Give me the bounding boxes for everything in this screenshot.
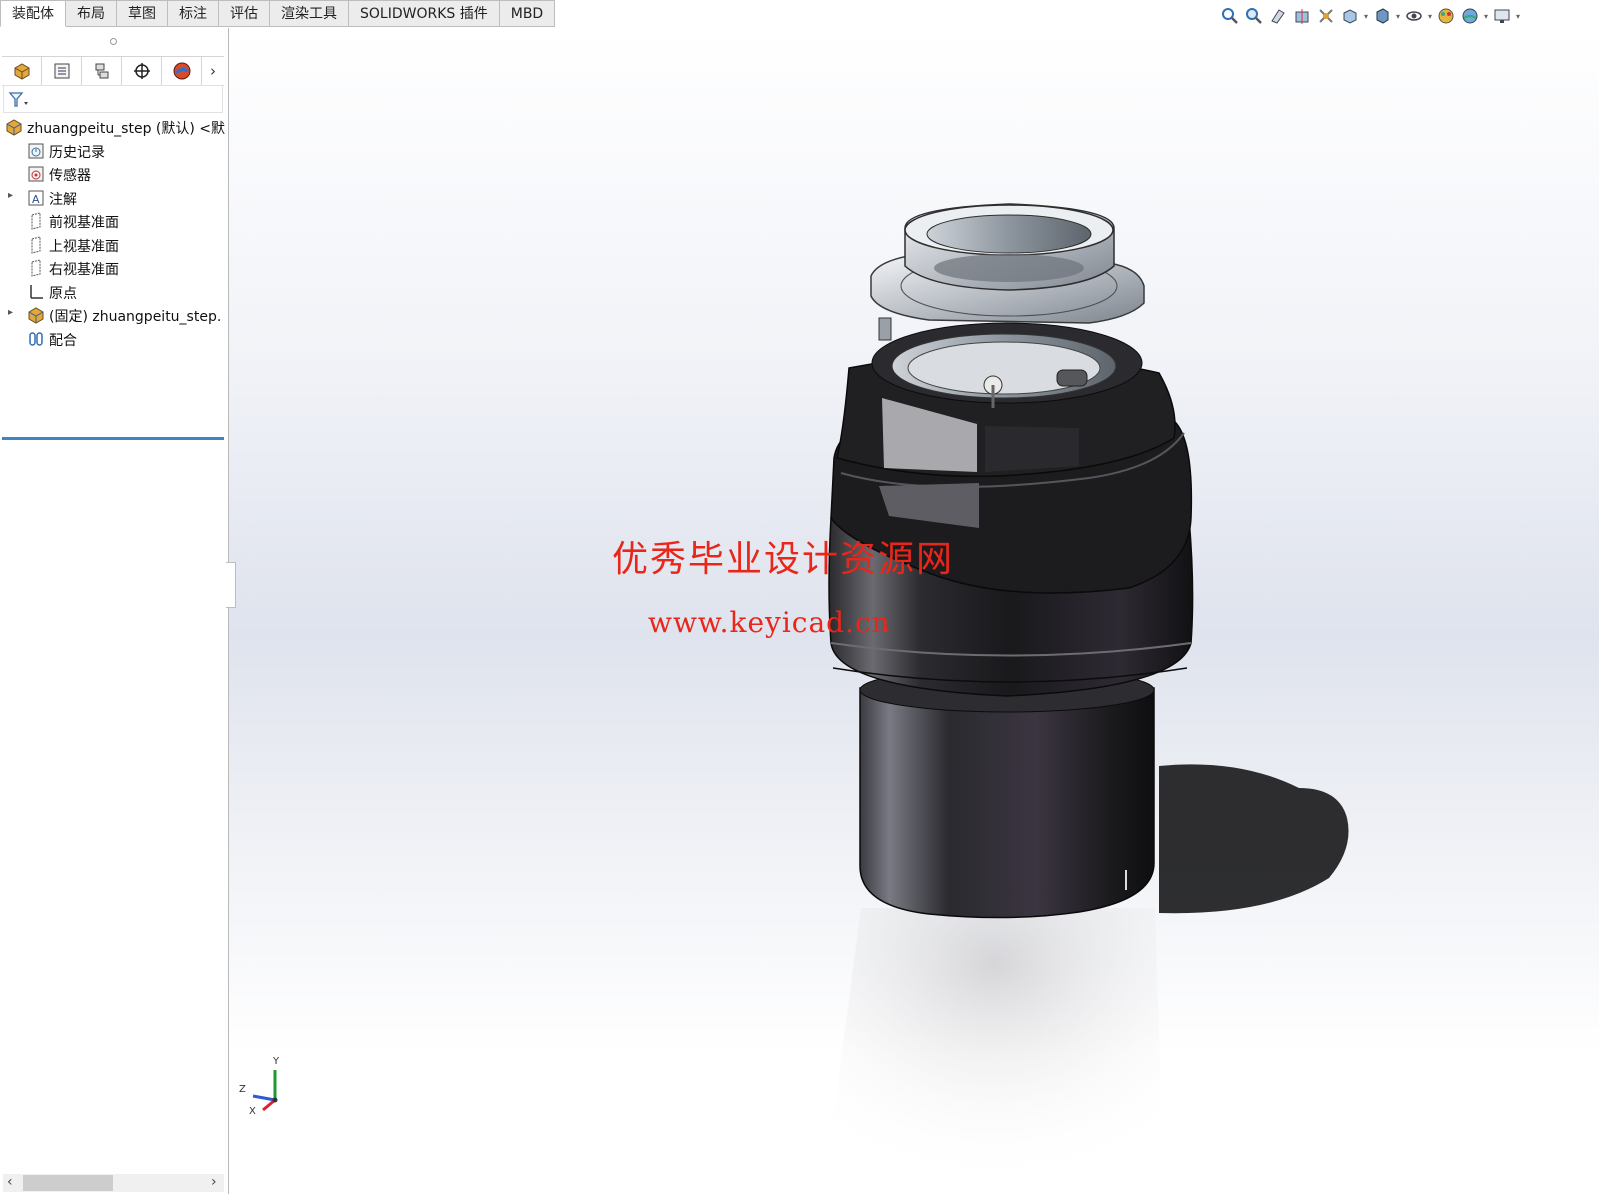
graphics-area[interactable]: 优秀毕业设计资源网 www.keyicad.cn Y Z X <box>229 28 1599 1194</box>
tree-item-label: zhuangpeitu_step (默认) <默 <box>27 121 226 137</box>
tab-sketch[interactable]: 草图 <box>117 0 168 27</box>
tree-item-front-plane[interactable]: 前视基准面 <box>0 210 229 234</box>
zoom-to-fit-icon[interactable] <box>1218 6 1242 26</box>
apply-scene-dropdown-icon[interactable]: ▾ <box>1482 6 1490 26</box>
tab-evaluate[interactable]: 评估 <box>219 0 270 27</box>
assembly-icon <box>6 119 22 136</box>
origin-icon <box>30 284 43 299</box>
watermark-url: www.keyicad.cn <box>648 606 891 639</box>
chevron-right-icon[interactable]: › <box>202 57 224 85</box>
reference-triad: Y Z X <box>239 1056 280 1117</box>
filter-icon[interactable] <box>8 91 30 109</box>
triad-z-label: Z <box>239 1084 246 1095</box>
tree-item-root-assembly[interactable]: zhuangpeitu_step (默认) <默 <box>0 116 229 140</box>
view-orientation-icon[interactable] <box>1338 6 1362 26</box>
triad-x-label: X <box>249 1106 256 1117</box>
feature-manager-panel: › zhuangpeitu_step (默认) <默 历史记录 传感器 ▸ A … <box>0 28 229 1194</box>
plane-icon <box>31 235 41 254</box>
tree-item-label: 传感器 <box>49 168 91 184</box>
tree-item-origin[interactable]: 原点 <box>0 281 229 305</box>
annotation-icon: A <box>28 190 44 206</box>
tab-mbd[interactable]: MBD <box>499 0 556 27</box>
horizontal-scrollbar[interactable]: ‹ › <box>3 1174 224 1192</box>
manager-tabs: › <box>2 56 224 86</box>
tab-solidworks-addins[interactable]: SOLIDWORKS 插件 <box>349 0 500 27</box>
hide-show-dropdown-icon[interactable]: ▾ <box>1426 6 1434 26</box>
tree-item-label: 前视基准面 <box>49 215 119 231</box>
scrollbar-thumb[interactable] <box>23 1175 113 1191</box>
expand-arrow-icon[interactable]: ▸ <box>8 307 13 318</box>
tree-item-label: 注解 <box>49 191 77 208</box>
subassembly-icon <box>28 307 44 324</box>
displaymanager-icon[interactable] <box>162 57 202 85</box>
view-settings-icon[interactable] <box>1490 6 1514 26</box>
section-view-icon[interactable] <box>1290 6 1314 26</box>
propertymanager-icon[interactable] <box>42 57 82 85</box>
zoom-to-area-icon[interactable] <box>1242 6 1266 26</box>
tree-item-label: 配合 <box>49 332 77 349</box>
panel-collapse-handle[interactable] <box>226 562 236 608</box>
expand-arrow-icon[interactable]: ▸ <box>8 190 13 201</box>
view-settings-dropdown-icon[interactable]: ▾ <box>1514 6 1522 26</box>
tab-markup[interactable]: 标注 <box>168 0 219 27</box>
hide-show-items-icon[interactable] <box>1402 6 1426 26</box>
triad-y-label: Y <box>272 1056 280 1067</box>
svg-text:A: A <box>32 193 40 206</box>
tree-end-marker[interactable] <box>2 437 224 440</box>
display-style-dropdown-icon[interactable]: ▾ <box>1394 6 1402 26</box>
tab-render-tools[interactable]: 渲染工具 <box>270 0 349 27</box>
plane-icon <box>31 259 41 277</box>
tree-item-label: 上视基准面 <box>49 238 119 255</box>
tree-filter[interactable] <box>3 85 223 113</box>
tree-item-history[interactable]: 历史记录 <box>0 140 229 164</box>
tree-item-label: (固定) zhuangpeitu_step. <box>49 309 222 325</box>
tree-item-sensors[interactable]: 传感器 <box>0 163 229 187</box>
sensor-icon <box>28 166 44 182</box>
tree-item-right-plane[interactable]: 右视基准面 <box>0 257 229 281</box>
watermark-site-name: 优秀毕业设计资源网 <box>612 539 955 580</box>
tab-assembly[interactable]: 装配体 <box>0 0 66 27</box>
tree-item-label: 历史记录 <box>49 144 105 161</box>
display-style-icon[interactable] <box>1370 6 1394 26</box>
dimxpertmanager-icon[interactable] <box>122 57 162 85</box>
history-icon <box>28 143 44 158</box>
mates-icon <box>29 331 43 346</box>
heads-up-view-toolbar: ▾ ▾ ▾ ▾ ▾ <box>1218 6 1522 26</box>
command-manager-tabs: 装配体 布局 草图 标注 评估 渲染工具 SOLIDWORKS 插件 MBD <box>0 0 556 28</box>
tree-item-fixed-subassembly[interactable]: ▸ (固定) zhuangpeitu_step. <box>0 304 229 328</box>
tree-item-label: 原点 <box>49 285 77 302</box>
chevron-right-icon[interactable]: › <box>211 1174 217 1190</box>
feature-tree: zhuangpeitu_step (默认) <默 历史记录 传感器 ▸ A 注解… <box>0 116 229 440</box>
chevron-left-icon[interactable]: ‹ <box>7 1174 13 1190</box>
apply-scene-icon[interactable] <box>1458 6 1482 26</box>
featuremanager-tree-icon[interactable] <box>2 57 42 85</box>
edit-appearance-icon[interactable] <box>1434 6 1458 26</box>
tree-item-top-plane[interactable]: 上视基准面 <box>0 234 229 258</box>
tab-layout[interactable]: 布局 <box>66 0 117 27</box>
tree-item-label: 右视基准面 <box>49 262 119 278</box>
previous-view-icon[interactable] <box>1266 6 1290 26</box>
dynamic-annotation-icon[interactable] <box>1314 6 1338 26</box>
model-render[interactable] <box>229 28 1599 1194</box>
plane-icon <box>31 212 41 230</box>
tree-item-annotations[interactable]: ▸ A 注解 <box>0 187 229 211</box>
view-orientation-dropdown-icon[interactable]: ▾ <box>1362 6 1370 26</box>
panel-grip[interactable] <box>110 38 117 45</box>
tree-item-mates[interactable]: 配合 <box>0 328 229 352</box>
configurationmanager-icon[interactable] <box>82 57 122 85</box>
